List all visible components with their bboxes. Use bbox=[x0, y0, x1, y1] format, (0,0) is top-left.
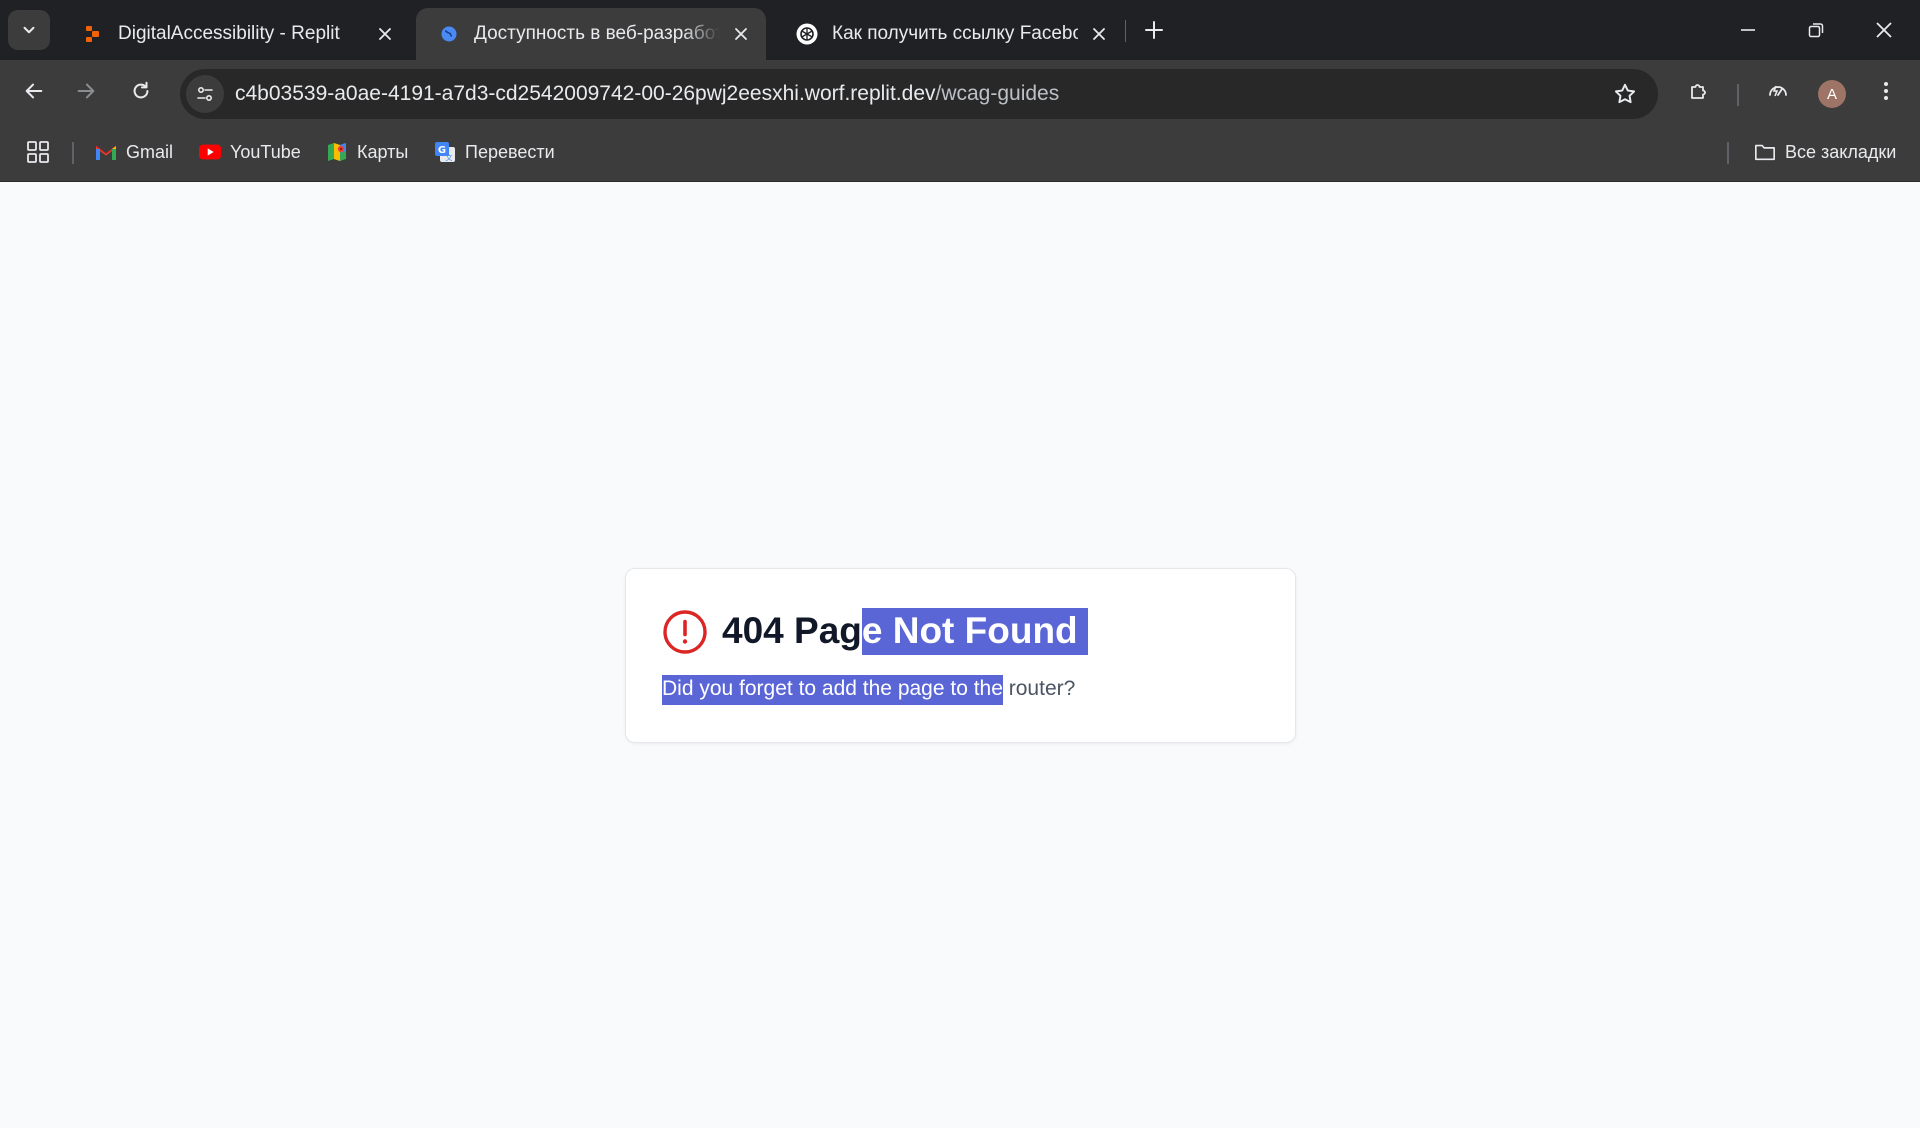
restore-button[interactable] bbox=[1782, 0, 1850, 60]
close-tab-icon[interactable] bbox=[374, 23, 396, 45]
speedometer-icon bbox=[1769, 85, 1787, 97]
translate-icon: G 文 bbox=[434, 141, 456, 163]
replit-icon bbox=[82, 23, 104, 45]
title-text: 404 Pag bbox=[722, 610, 862, 651]
bookmark-divider bbox=[72, 142, 74, 164]
bookmark-divider bbox=[1727, 142, 1729, 164]
close-icon bbox=[1876, 22, 1892, 38]
url-path: /wcag-guides bbox=[935, 82, 1060, 105]
profile-avatar[interactable]: A bbox=[1818, 80, 1846, 108]
apps-grid-icon bbox=[27, 141, 49, 163]
plus-icon bbox=[1145, 21, 1163, 39]
menu-button[interactable] bbox=[1866, 71, 1906, 111]
tab-facebook-link[interactable]: Как получить ссылку Facebook bbox=[774, 8, 1124, 60]
error-description: Did you forget to add the page to the ro… bbox=[662, 675, 1076, 705]
all-bookmarks-label: Все закладки bbox=[1785, 141, 1897, 162]
page-title: 404 Pag e Not Found bbox=[722, 607, 1088, 655]
arrow-left-icon bbox=[25, 83, 43, 99]
alert-circle-icon bbox=[663, 610, 707, 654]
close-window-button[interactable] bbox=[1850, 0, 1918, 60]
tune-icon bbox=[197, 86, 213, 102]
bookmark-youtube[interactable]: YouTube bbox=[199, 138, 301, 166]
page-content: 404 Pag e Not Found Did you forget to add… bbox=[0, 182, 1920, 1128]
svg-text:文: 文 bbox=[446, 153, 453, 162]
openai-icon bbox=[796, 23, 818, 45]
tab-strip: DigitalAccessibility - Replit Доступност… bbox=[0, 0, 1920, 60]
close-tab-icon[interactable] bbox=[1088, 23, 1110, 45]
address-bar[interactable]: c4b03539-a0ae-4191-a7d3-cd2542009742-00-… bbox=[180, 69, 1658, 119]
tab-title: DigitalAccessibility - Replit bbox=[118, 23, 340, 44]
kebab-menu-icon bbox=[1884, 82, 1888, 100]
new-tab-button[interactable] bbox=[1138, 14, 1170, 46]
tab-title: Как получить ссылку Facebook bbox=[832, 23, 1078, 44]
browser-toolbar: c4b03539-a0ae-4191-a7d3-cd2542009742-00-… bbox=[0, 60, 1920, 122]
all-bookmarks-button[interactable]: Все закладки bbox=[1754, 138, 1896, 166]
tab-title: Доступность в веб-разработке bbox=[474, 23, 720, 44]
arrow-right-icon bbox=[77, 83, 95, 99]
gmail-icon bbox=[95, 141, 117, 163]
bookmark-star-button[interactable] bbox=[1612, 81, 1638, 107]
maps-icon bbox=[326, 141, 348, 163]
toolbar-divider bbox=[1737, 84, 1739, 106]
bookmarks-bar: Gmail YouTube Карты G 文 Перевести Все за… bbox=[0, 122, 1920, 182]
description-text: router? bbox=[1002, 677, 1076, 700]
youtube-icon bbox=[199, 141, 221, 163]
bookmark-label: Перевести bbox=[465, 141, 555, 162]
url-host: c4b03539-a0ae-4191-a7d3-cd2542009742-00-… bbox=[235, 82, 936, 105]
description-selected-text: Did you forget to add the page to the bbox=[662, 675, 1003, 705]
title-selected-text: e Not Found bbox=[861, 607, 1088, 655]
restore-icon bbox=[1808, 23, 1824, 38]
site-info-button[interactable] bbox=[186, 75, 224, 113]
apps-button[interactable] bbox=[26, 138, 50, 166]
bookmark-maps[interactable]: Карты bbox=[326, 138, 408, 166]
reload-button[interactable] bbox=[121, 71, 161, 111]
extensions-button[interactable] bbox=[1679, 71, 1719, 111]
globe-icon bbox=[438, 23, 460, 45]
bookmark-label: Gmail bbox=[126, 141, 174, 162]
tab-search-button[interactable] bbox=[8, 10, 50, 50]
back-button[interactable] bbox=[14, 71, 54, 111]
not-found-card: 404 Pag e Not Found Did you forget to add… bbox=[625, 568, 1296, 743]
close-tab-icon[interactable] bbox=[730, 23, 752, 45]
bookmark-gmail[interactable]: Gmail bbox=[95, 138, 173, 166]
bookmark-label: YouTube bbox=[230, 141, 301, 162]
reload-icon bbox=[133, 81, 149, 99]
tab-accessibility[interactable]: Доступность в веб-разработке bbox=[416, 8, 766, 60]
bookmark-translate[interactable]: G 文 Перевести bbox=[434, 138, 555, 166]
tab-replit[interactable]: DigitalAccessibility - Replit bbox=[60, 8, 410, 60]
forward-button[interactable] bbox=[66, 71, 106, 111]
folder-icon bbox=[1754, 141, 1776, 163]
minimize-icon bbox=[1741, 29, 1755, 31]
chevron-down-icon bbox=[23, 26, 35, 34]
puzzle-icon bbox=[1691, 84, 1706, 99]
tab-divider bbox=[1125, 20, 1126, 42]
performance-button[interactable] bbox=[1758, 71, 1798, 111]
star-icon bbox=[1614, 83, 1636, 104]
url-text[interactable]: c4b03539-a0ae-4191-a7d3-cd2542009742-00-… bbox=[235, 82, 1059, 106]
minimize-button[interactable] bbox=[1714, 0, 1782, 60]
bookmark-label: Карты bbox=[357, 141, 409, 162]
